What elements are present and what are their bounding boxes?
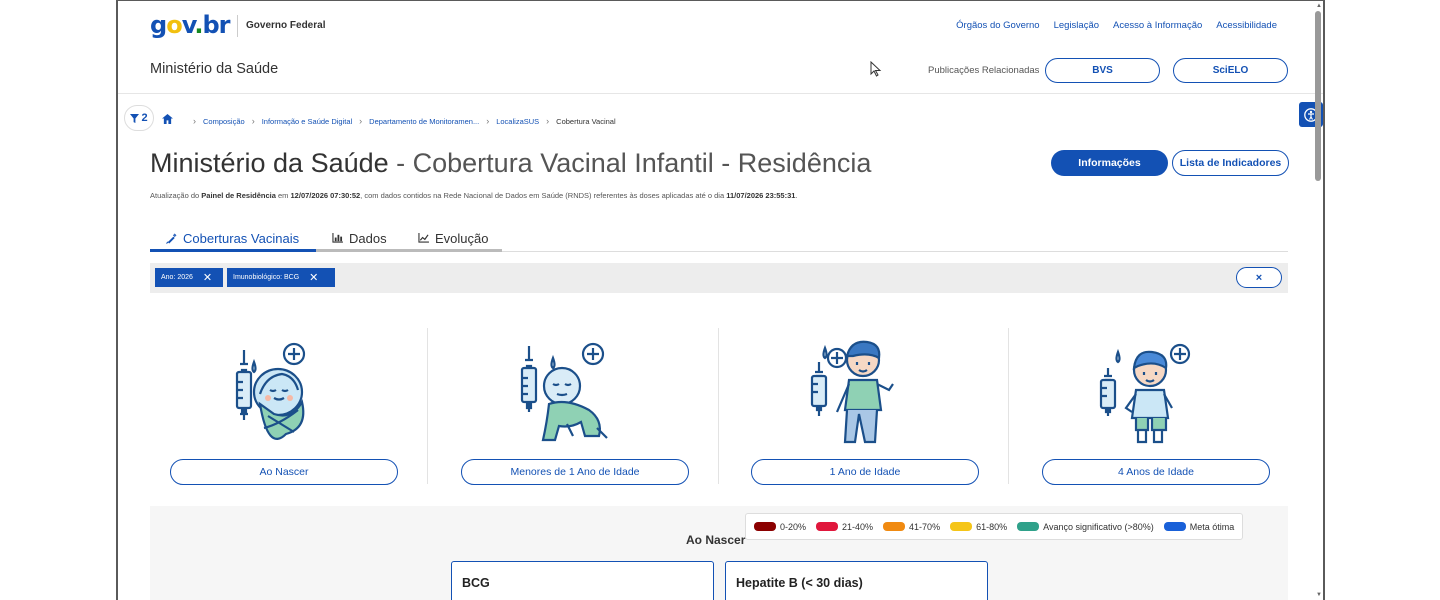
age-group-cards: Ao Nascer Menores de 1 Ano de Idade 1 An… (150, 326, 1288, 486)
child-vaccine-icon (1099, 343, 1191, 444)
card-divider (1008, 328, 1009, 484)
legend-item: 0-20% (754, 522, 806, 532)
close-icon[interactable]: ✕ (203, 271, 212, 284)
top-links: Órgãos do Governo Legislação Acesso à In… (956, 20, 1277, 31)
card-ao-nascer[interactable]: Ao Nascer (150, 326, 430, 486)
vaccine-card-title: Hepatite B (< 30 dias) (736, 576, 863, 590)
crawling-baby-vaccine-icon (520, 342, 608, 442)
link-legislacao[interactable]: Legislação (1054, 20, 1099, 31)
bvs-button[interactable]: BVS (1045, 58, 1160, 83)
coverage-legend: 0-20% 21-40% 41-70% 61-80% Avanço signif… (745, 513, 1244, 540)
tab-coberturas-vacinais[interactable]: Coberturas Vacinais (166, 225, 299, 251)
filter-icon (130, 113, 140, 123)
link-orgaos[interactable]: Órgãos do Governo (956, 20, 1039, 31)
informacoes-button[interactable]: Informações (1051, 150, 1168, 176)
scroll-up-arrow[interactable]: ▲ (1316, 3, 1322, 9)
card-divider (427, 328, 428, 484)
ao-nascer-button[interactable]: Ao Nascer (170, 459, 398, 485)
filter-count: 2 (141, 112, 148, 124)
tab-track (316, 249, 502, 252)
home-icon[interactable] (162, 114, 173, 124)
card-divider (718, 328, 719, 484)
toddler-vaccine-icon (810, 340, 894, 444)
card-4-anos[interactable]: 4 Anos de Idade (1022, 326, 1302, 486)
link-acessibilidade[interactable]: Acessibilidade (1216, 20, 1277, 31)
breadcrumb-item[interactable]: LocalizaSUS (496, 117, 539, 126)
syringe-icon (166, 233, 177, 244)
chevron-right-icon: › (486, 116, 490, 126)
chevron-right-icon: › (251, 116, 255, 126)
page-title: Ministério da Saúde - Cobertura Vacinal … (150, 148, 872, 178)
line-chart-icon (418, 233, 429, 243)
section-title: Ao Nascer (686, 533, 746, 547)
mouse-cursor-icon (870, 61, 882, 77)
publicacoes-label: Publicações Relacionadas (928, 65, 1040, 76)
govbr-logo[interactable]: gov.br (150, 11, 231, 39)
legend-item: Avanço significativo (>80%) (1017, 522, 1154, 532)
1-ano-button[interactable]: 1 Ano de Idade (751, 459, 979, 485)
scroll-down-arrow[interactable]: ▼ (1316, 592, 1322, 598)
legend-swatch (950, 522, 973, 531)
card-menores-1-ano[interactable]: Menores de 1 Ano de Idade (441, 326, 721, 486)
chevron-right-icon: › (193, 116, 196, 126)
legend-swatch (1017, 522, 1040, 531)
link-acesso-informacao[interactable]: Acesso à Informação (1113, 20, 1202, 31)
scrollbar-thumb[interactable] (1315, 11, 1321, 181)
breadcrumb: › Composição › Informação e Saúde Digita… (186, 116, 616, 126)
update-info: Atualização do Painel de Residência em 1… (150, 191, 798, 200)
filter-chip-ano[interactable]: Ano: 2026 ✕ (155, 268, 223, 287)
legend-swatch (816, 522, 839, 531)
header-divider (118, 93, 1323, 94)
filter-chip-imunobiologico[interactable]: Imunobiológico: BCG ✕ (227, 268, 335, 287)
legend-item: 21-40% (816, 522, 873, 532)
scielo-button[interactable]: SciELO (1173, 58, 1288, 83)
card-1-ano[interactable]: 1 Ano de Idade (731, 326, 1011, 486)
vaccine-card-bcg[interactable]: BCG (451, 561, 714, 600)
coverage-panel: Ao Nascer 0-20% 21-40% 41-70% 61-80% Ava… (150, 506, 1288, 600)
4-anos-button[interactable]: 4 Anos de Idade (1042, 459, 1270, 485)
active-tab-indicator (150, 249, 316, 252)
breadcrumb-item[interactable]: Informação e Saúde Digital (262, 117, 352, 126)
legend-item: 61-80% (950, 522, 1007, 532)
legend-swatch (883, 522, 906, 531)
filter-toggle-button[interactable]: 2 (124, 105, 154, 131)
bar-chart-icon (332, 233, 343, 243)
tab-bar: Coberturas Vacinais Dados Evolução (150, 225, 1288, 252)
browser-frame: gov.br Governo Federal Órgãos do Governo… (116, 0, 1325, 600)
gov-federal-label: Governo Federal (246, 20, 326, 31)
legend-swatch (754, 522, 776, 531)
logo-divider (237, 15, 238, 37)
legend-item: Meta ótima (1163, 522, 1234, 532)
newborn-vaccine-icon (235, 342, 306, 440)
breadcrumb-current: Cobertura Vacinal (556, 116, 616, 126)
lista-indicadores-button[interactable]: Lista de Indicadores (1172, 150, 1289, 176)
close-icon[interactable]: ✕ (309, 271, 318, 284)
vaccine-card-title: BCG (462, 576, 490, 590)
chevron-right-icon: › (359, 116, 363, 126)
legend-swatch (1163, 522, 1186, 531)
menores-1-ano-button[interactable]: Menores de 1 Ano de Idade (461, 459, 689, 485)
vaccine-card-hepatite-b[interactable]: Hepatite B (< 30 dias) (725, 561, 988, 600)
breadcrumb-item[interactable]: Departamento de Monitoramen... (369, 117, 479, 126)
tab-dados[interactable]: Dados (332, 225, 387, 251)
legend-item: 41-70% (883, 522, 940, 532)
chevron-right-icon: › (546, 116, 550, 126)
ministry-name[interactable]: Ministério da Saúde (150, 61, 278, 77)
tab-evolucao[interactable]: Evolução (418, 225, 488, 251)
clear-filters-button[interactable]: × (1236, 267, 1282, 288)
active-filters-bar: Ano: 2026 ✕ Imunobiológico: BCG ✕ × (150, 263, 1288, 293)
breadcrumb-item[interactable]: Composição (203, 117, 245, 126)
